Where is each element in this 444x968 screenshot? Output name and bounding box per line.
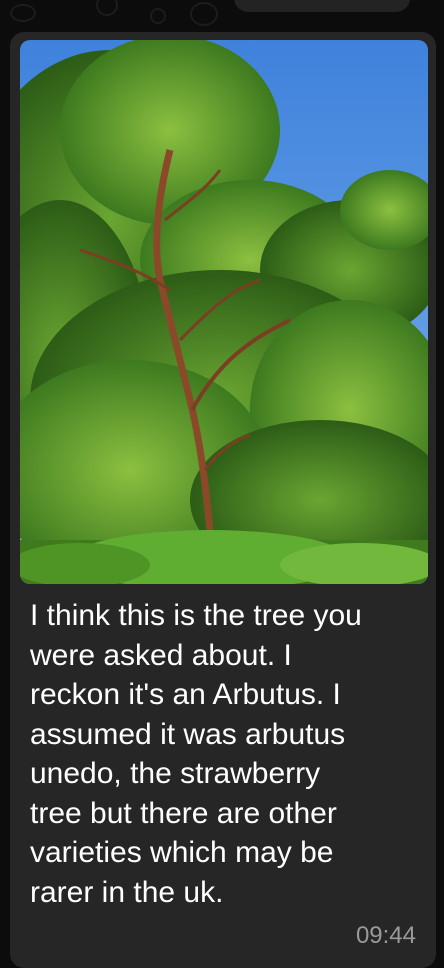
previous-message-bubble xyxy=(234,0,410,12)
doodle-decoration xyxy=(150,8,166,24)
doodle-decoration xyxy=(10,4,36,22)
message-text: I think this is the tree you were asked … xyxy=(30,599,362,909)
tree-photo-image xyxy=(20,40,428,584)
message-bubble[interactable]: I think this is the tree you were asked … xyxy=(10,32,436,968)
doodle-decoration xyxy=(190,2,218,26)
message-timestamp: 09:44 xyxy=(355,922,416,949)
doodle-decoration xyxy=(96,0,118,16)
tree-photo[interactable] xyxy=(20,40,428,584)
